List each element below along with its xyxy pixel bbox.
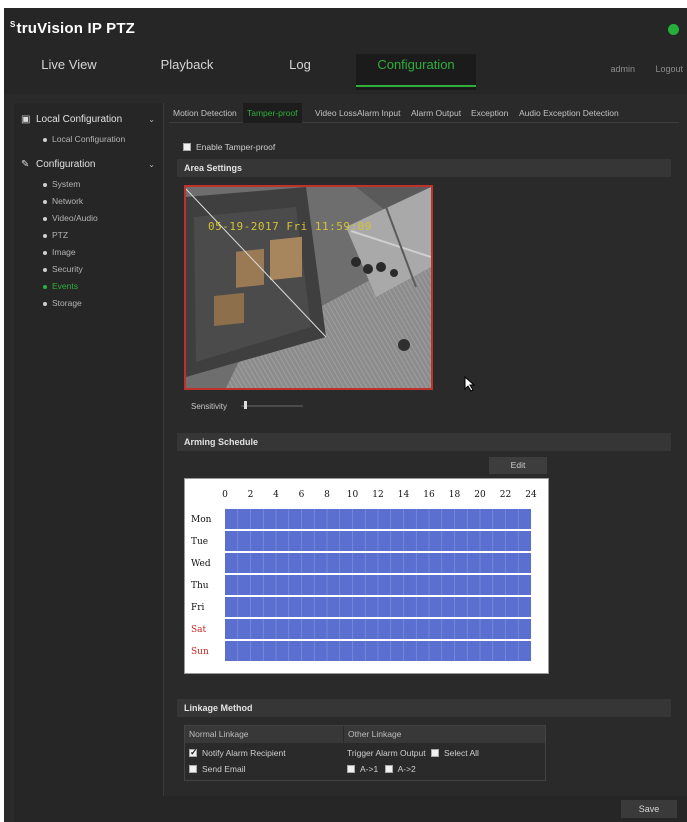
subtab-audio-exception-detection[interactable]: Audio Exception Detection — [519, 103, 619, 123]
sidebar-item-system[interactable]: System — [14, 176, 163, 193]
hour-tick-label: 8 — [324, 490, 330, 500]
subtab-video-loss[interactable]: Video Loss — [315, 103, 357, 123]
day-label: Fri — [191, 603, 205, 613]
subtab-alarm-input[interactable]: Alarm Input — [357, 103, 400, 123]
status-indicator-icon — [668, 24, 679, 35]
subtab-alarm-output[interactable]: Alarm Output — [411, 103, 461, 123]
trigger-alarm-output-label: Trigger Alarm Output — [347, 748, 426, 758]
logo-text: truVision IP PTZ — [16, 20, 136, 37]
send-email-label: Send Email — [202, 764, 246, 774]
main-nav: Live View Playback Log Configuration — [4, 54, 687, 90]
sidebar-item-network[interactable]: Network — [14, 193, 163, 210]
sidebar: ▣ Local Configuration ⌄ Local Configurat… — [14, 103, 164, 803]
app-logo: StruVision IP PTZ — [10, 20, 135, 37]
sidebar-item-storage[interactable]: Storage — [14, 295, 163, 312]
linkage-method-header: Linkage Method — [177, 699, 671, 717]
output-a1-checkbox[interactable] — [347, 765, 355, 773]
wrench-icon: ✎ — [21, 159, 30, 170]
hour-tick-label: 20 — [474, 490, 486, 500]
notify-alarm-recipient-label: Notify Alarm Recipient — [202, 748, 286, 758]
nav-tab-playback[interactable]: Playback — [142, 54, 232, 90]
enable-tamper-checkbox[interactable] — [183, 143, 191, 151]
sidebar-section-label: Configuration — [36, 159, 96, 170]
arming-schedule-grid[interactable]: 0 2 4 6 8 10 12 14 16 18 20 22 24 Mon Tue Wed Thu Fri Sat S… — [184, 478, 549, 674]
hour-tick-label: 12 — [372, 490, 383, 500]
sidebar-item-local-configuration[interactable]: Local Configuration — [14, 131, 163, 148]
enable-tamper-label: Enable Tamper-proof — [196, 142, 276, 152]
notify-alarm-recipient-checkbox[interactable] — [189, 747, 198, 758]
hour-tick-label: 24 — [525, 490, 537, 500]
arming-schedule-header: Arming Schedule — [177, 433, 671, 451]
sidebar-item-video-audio[interactable]: Video/Audio — [14, 210, 163, 227]
sensitivity-slider[interactable] — [241, 405, 303, 407]
hour-tick-label: 6 — [299, 490, 305, 500]
monitor-icon: ▣ — [21, 114, 31, 125]
send-email-checkbox[interactable] — [189, 765, 197, 773]
hour-tick-label: 16 — [423, 490, 435, 500]
send-email-row[interactable]: Send Email — [189, 764, 245, 774]
video-timestamp: 05-19-2017 Fri 11:59:09 — [208, 220, 372, 233]
edit-schedule-button[interactable]: Edit — [489, 457, 547, 474]
chevron-down-icon[interactable]: ⌄ — [148, 154, 155, 176]
nav-tab-configuration[interactable]: Configuration — [356, 54, 476, 90]
save-button[interactable]: Save — [621, 800, 677, 818]
select-all-checkbox[interactable] — [430, 749, 439, 757]
hour-tick-label: 2 — [248, 490, 254, 500]
normal-linkage-header: Normal Linkage — [185, 726, 343, 743]
subtab-tamper-proof[interactable]: Tamper-proof — [243, 103, 302, 123]
top-header: StruVision IP PTZ Live View Playback Log… — [4, 8, 687, 94]
output-a2-label: A->2 — [397, 764, 416, 774]
nav-tab-live-view[interactable]: Live View — [10, 54, 128, 90]
hour-tick-label: 0 — [222, 490, 228, 500]
content-panel: Motion Detection Tamper-proof Video Loss… — [169, 103, 679, 803]
sidebar-item-events[interactable]: Events — [14, 278, 163, 295]
day-label: Sun — [191, 647, 209, 657]
sensitivity-slider-thumb[interactable] — [244, 401, 248, 409]
event-subtabs: Motion Detection Tamper-proof Video Loss… — [169, 103, 679, 123]
output-a1-label: A->1 — [360, 764, 379, 774]
output-a2-checkbox[interactable] — [384, 765, 393, 773]
alarm-output-options: A->1 A->2 — [347, 764, 416, 774]
select-all-label: Select All — [443, 748, 479, 758]
nav-tab-log[interactable]: Log — [258, 54, 342, 90]
subtab-motion-detection[interactable]: Motion Detection — [173, 103, 237, 123]
other-linkage-header: Other Linkage — [343, 726, 545, 743]
sidebar-section-label: Local Configuration — [36, 114, 123, 125]
day-label: Tue — [191, 537, 208, 547]
footer-bar: Save — [14, 796, 687, 822]
sidebar-section-local-configuration[interactable]: ▣ Local Configuration ⌄ — [14, 109, 163, 131]
subtab-exception[interactable]: Exception — [471, 103, 508, 123]
hour-tick-label: 22 — [500, 490, 511, 500]
area-settings-header: Area Settings — [177, 159, 671, 177]
enable-tamper-row[interactable]: Enable Tamper-proof — [183, 142, 275, 152]
day-label: Sat — [191, 625, 207, 635]
notify-alarm-recipient-row[interactable]: Notify Alarm Recipient — [189, 747, 286, 758]
logo-mark: S — [10, 20, 16, 29]
day-label: Mon — [191, 515, 212, 525]
day-label: Thu — [191, 581, 209, 591]
hour-tick-label: 14 — [398, 490, 410, 500]
schedule-chart: 0 2 4 6 8 10 12 14 16 18 20 22 24MonTueWedThuFriSatS… — [191, 490, 537, 661]
sidebar-item-image[interactable]: Image — [14, 244, 163, 261]
video-preview[interactable]: 05-19-2017 Fri 11:59:09 — [184, 185, 433, 390]
mouse-pointer-icon — [464, 376, 476, 392]
sidebar-item-ptz[interactable]: PTZ — [14, 227, 163, 244]
logout-link[interactable]: Logout — [655, 64, 683, 74]
sidebar-item-security[interactable]: Security — [14, 261, 163, 278]
hour-tick-label: 18 — [449, 490, 461, 500]
sidebar-section-configuration[interactable]: ✎ Configuration ⌄ — [14, 154, 163, 176]
camera-scene-image — [186, 187, 431, 388]
day-label: Wed — [191, 559, 211, 569]
hour-tick-label: 4 — [273, 490, 279, 500]
trigger-alarm-output-row: Trigger Alarm Output Select All — [347, 748, 479, 758]
sensitivity-label: Sensitivity — [191, 402, 228, 411]
hour-tick-label: 10 — [347, 490, 359, 500]
chevron-down-icon[interactable]: ⌄ — [148, 109, 155, 131]
user-name[interactable]: admin — [610, 64, 635, 74]
app-window: StruVision IP PTZ Live View Playback Log… — [4, 8, 687, 822]
user-area: admin Logout — [592, 64, 683, 74]
linkage-table: Normal Linkage Other Linkage Notify Alar… — [184, 725, 546, 781]
